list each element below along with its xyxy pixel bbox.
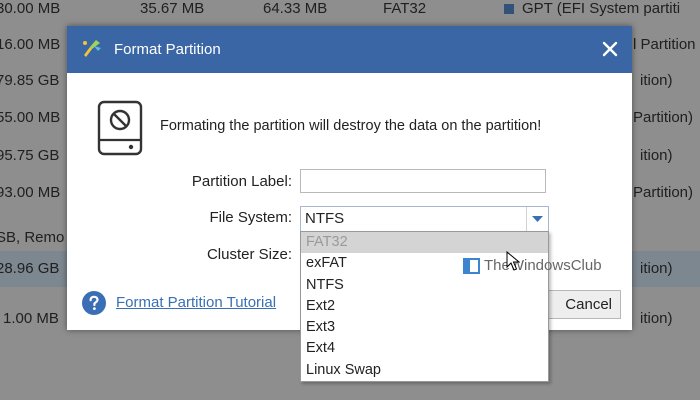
file-system-label: File System: [209, 209, 292, 226]
dialog-title: Format Partition [114, 41, 221, 58]
cancel-button[interactable]: Cancel [547, 290, 621, 319]
table-cell: l Partition ( [633, 36, 700, 53]
table-cell: 64.33 MB [263, 0, 328, 17]
format-tool-icon [83, 40, 101, 57]
table-cell: ition) [640, 260, 673, 277]
cluster-size-label: Cluster Size: [206, 246, 292, 263]
table-row[interactable]: 30.00 MB 35.67 MB 64.33 MB FAT32 GPT (EF… [0, 0, 700, 22]
partition-type-square-icon [504, 4, 514, 14]
mouse-pointer-icon [506, 251, 520, 271]
file-system-select[interactable]: NTFS [300, 206, 549, 232]
partition-label-input[interactable] [300, 169, 546, 193]
table-cell: 95.75 GB [0, 147, 60, 164]
dropdown-option-ntfs[interactable]: NTFS [301, 275, 548, 296]
table-cell: 79.85 GB [0, 72, 60, 89]
dropdown-option-linux-swap[interactable]: Linux Swap [301, 360, 548, 381]
disk-prohibited-icon [97, 100, 143, 156]
table-cell: 1.00 MB [3, 310, 59, 327]
table-cell: 16.00 MB [0, 36, 61, 53]
table-cell: FAT32 [383, 0, 427, 17]
dialog-titlebar: Format Partition [67, 26, 632, 73]
partition-label-label: Partition Label: [191, 173, 292, 190]
chevron-down-icon [532, 216, 543, 222]
table-cell: 28.96 GB [0, 260, 60, 277]
warning-message: Formating the partition will destroy the… [160, 118, 542, 134]
table-cell: GPT (EFI System partiti [522, 0, 681, 17]
table-cell: ition) [640, 310, 673, 327]
table-cell: 30.00 MB [0, 0, 61, 17]
watermark-text: TheWindowsClub [484, 257, 602, 274]
table-cell: ition) [640, 147, 673, 164]
table-cell: ition) [640, 72, 673, 89]
table-cell: SB, Remo [0, 229, 65, 246]
table-cell: Partition) [633, 184, 694, 201]
table-cell: 55.00 MB [0, 109, 61, 126]
close-icon[interactable] [596, 35, 624, 63]
dropdown-option-ext2[interactable]: Ext2 [301, 296, 548, 317]
help-icon[interactable] [82, 291, 106, 315]
windows-logo-icon [463, 258, 480, 274]
dropdown-option-ext4[interactable]: Ext4 [301, 338, 548, 359]
dropdown-button[interactable] [526, 207, 548, 231]
format-partition-tutorial-link[interactable]: Format Partition Tutorial [116, 294, 276, 311]
table-cell: Partition) [633, 109, 694, 126]
table-cell: 93.00 MB [0, 184, 61, 201]
file-system-value: NTFS [305, 210, 345, 227]
dropdown-option-ext3[interactable]: Ext3 [301, 317, 548, 338]
table-cell: 35.67 MB [140, 0, 205, 17]
